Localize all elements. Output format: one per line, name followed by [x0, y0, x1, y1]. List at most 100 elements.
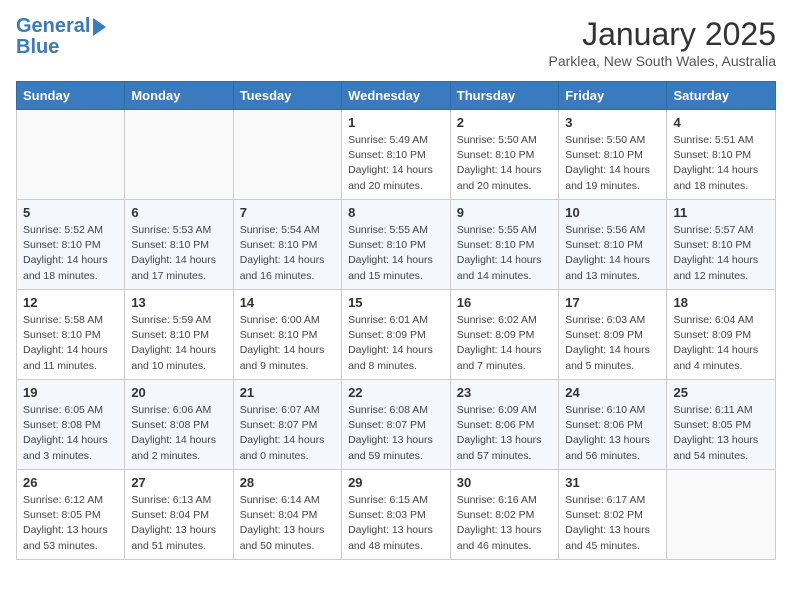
- day-number: 9: [457, 205, 552, 220]
- day-info: Sunrise: 5:56 AM Sunset: 8:10 PM Dayligh…: [565, 223, 660, 284]
- day-info: Sunrise: 5:52 AM Sunset: 8:10 PM Dayligh…: [23, 223, 118, 284]
- calendar-table: SundayMondayTuesdayWednesdayThursdayFrid…: [16, 81, 776, 560]
- calendar-cell: 24 Sunrise: 6:10 AM Sunset: 8:06 PM Dayli…: [559, 380, 667, 470]
- day-info: Sunrise: 6:02 AM Sunset: 8:09 PM Dayligh…: [457, 313, 552, 374]
- day-number: 12: [23, 295, 118, 310]
- day-info: Sunrise: 5:50 AM Sunset: 8:10 PM Dayligh…: [565, 133, 660, 194]
- calendar-cell: 3 Sunrise: 5:50 AM Sunset: 8:10 PM Daylig…: [559, 110, 667, 200]
- day-number: 7: [240, 205, 335, 220]
- day-info: Sunrise: 5:59 AM Sunset: 8:10 PM Dayligh…: [131, 313, 226, 374]
- day-info: Sunrise: 5:55 AM Sunset: 8:10 PM Dayligh…: [348, 223, 444, 284]
- logo: General Blue: [16, 16, 106, 57]
- calendar-cell: 20 Sunrise: 6:06 AM Sunset: 8:08 PM Dayli…: [125, 380, 233, 470]
- calendar-cell: [125, 110, 233, 200]
- calendar-cell: 2Sunrise: 5:50 AM Sunset: 8:10 PM Daylig…: [450, 110, 558, 200]
- calendar-cell: 15 Sunrise: 6:01 AM Sunset: 8:09 PM Dayli…: [342, 290, 451, 380]
- day-info: Sunrise: 5:58 AM Sunset: 8:10 PM Dayligh…: [23, 313, 118, 374]
- page-header: General Blue January 2025 Parklea, New S…: [16, 16, 776, 69]
- calendar-cell: 4 Sunrise: 5:51 AM Sunset: 8:10 PM Daylig…: [667, 110, 776, 200]
- day-info: Sunrise: 6:07 AM Sunset: 8:07 PM Dayligh…: [240, 403, 335, 464]
- calendar-cell: 9Sunrise: 5:55 AM Sunset: 8:10 PM Daylig…: [450, 200, 558, 290]
- day-number: 20: [131, 385, 226, 400]
- calendar-cell: 26Sunrise: 6:12 AM Sunset: 8:05 PM Dayli…: [17, 470, 125, 560]
- logo-arrow-icon: [93, 18, 106, 36]
- calendar-cell: 19 Sunrise: 6:05 AM Sunset: 8:08 PM Dayli…: [17, 380, 125, 470]
- day-info: Sunrise: 5:54 AM Sunset: 8:10 PM Dayligh…: [240, 223, 335, 284]
- calendar-weekday-header: Thursday: [450, 82, 558, 110]
- day-number: 1: [348, 115, 444, 130]
- calendar-body: 1Sunrise: 5:49 AM Sunset: 8:10 PM Daylig…: [17, 110, 776, 560]
- calendar-header-row: SundayMondayTuesdayWednesdayThursdayFrid…: [17, 82, 776, 110]
- calendar-cell: 21 Sunrise: 6:07 AM Sunset: 8:07 PM Dayli…: [233, 380, 341, 470]
- calendar-cell: 14 Sunrise: 6:00 AM Sunset: 8:10 PM Dayli…: [233, 290, 341, 380]
- day-number: 29: [348, 475, 444, 490]
- calendar-weekday-header: Friday: [559, 82, 667, 110]
- day-number: 4: [673, 115, 769, 130]
- calendar-cell: 28Sunrise: 6:14 AM Sunset: 8:04 PM Dayli…: [233, 470, 341, 560]
- day-info: Sunrise: 5:53 AM Sunset: 8:10 PM Dayligh…: [131, 223, 226, 284]
- day-number: 5: [23, 205, 118, 220]
- day-number: 8: [348, 205, 444, 220]
- calendar-cell: 23Sunrise: 6:09 AM Sunset: 8:06 PM Dayli…: [450, 380, 558, 470]
- calendar-week-row: 19 Sunrise: 6:05 AM Sunset: 8:08 PM Dayli…: [17, 380, 776, 470]
- calendar-cell: 11 Sunrise: 5:57 AM Sunset: 8:10 PM Dayli…: [667, 200, 776, 290]
- day-info: Sunrise: 6:14 AM Sunset: 8:04 PM Dayligh…: [240, 493, 335, 554]
- day-number: 23: [457, 385, 552, 400]
- calendar-cell: 30 Sunrise: 6:16 AM Sunset: 8:02 PM Dayli…: [450, 470, 558, 560]
- day-number: 17: [565, 295, 660, 310]
- day-info: Sunrise: 6:00 AM Sunset: 8:10 PM Dayligh…: [240, 313, 335, 374]
- calendar-cell: 16 Sunrise: 6:02 AM Sunset: 8:09 PM Dayli…: [450, 290, 558, 380]
- day-info: Sunrise: 6:13 AM Sunset: 8:04 PM Dayligh…: [131, 493, 226, 554]
- day-info: Sunrise: 6:17 AM Sunset: 8:02 PM Dayligh…: [565, 493, 660, 554]
- calendar-cell: 12 Sunrise: 5:58 AM Sunset: 8:10 PM Dayli…: [17, 290, 125, 380]
- calendar-cell: 6 Sunrise: 5:53 AM Sunset: 8:10 PM Daylig…: [125, 200, 233, 290]
- day-info: Sunrise: 6:11 AM Sunset: 8:05 PM Dayligh…: [673, 403, 769, 464]
- calendar-cell: 29Sunrise: 6:15 AM Sunset: 8:03 PM Dayli…: [342, 470, 451, 560]
- day-number: 21: [240, 385, 335, 400]
- day-number: 26: [23, 475, 118, 490]
- day-info: Sunrise: 5:51 AM Sunset: 8:10 PM Dayligh…: [673, 133, 769, 194]
- logo-text-blue: Blue: [16, 37, 106, 57]
- day-number: 25: [673, 385, 769, 400]
- day-info: Sunrise: 5:57 AM Sunset: 8:10 PM Dayligh…: [673, 223, 769, 284]
- day-info: Sunrise: 6:06 AM Sunset: 8:08 PM Dayligh…: [131, 403, 226, 464]
- calendar-weekday-header: Monday: [125, 82, 233, 110]
- day-number: 16: [457, 295, 552, 310]
- day-number: 3: [565, 115, 660, 130]
- day-number: 14: [240, 295, 335, 310]
- calendar-week-row: 1Sunrise: 5:49 AM Sunset: 8:10 PM Daylig…: [17, 110, 776, 200]
- calendar-cell: 5 Sunrise: 5:52 AM Sunset: 8:10 PM Daylig…: [17, 200, 125, 290]
- day-info: Sunrise: 5:50 AM Sunset: 8:10 PM Dayligh…: [457, 133, 552, 194]
- day-info: Sunrise: 6:01 AM Sunset: 8:09 PM Dayligh…: [348, 313, 444, 374]
- calendar-cell: 22Sunrise: 6:08 AM Sunset: 8:07 PM Dayli…: [342, 380, 451, 470]
- calendar-cell: 7 Sunrise: 5:54 AM Sunset: 8:10 PM Daylig…: [233, 200, 341, 290]
- calendar-cell: 17 Sunrise: 6:03 AM Sunset: 8:09 PM Dayli…: [559, 290, 667, 380]
- day-number: 18: [673, 295, 769, 310]
- calendar-cell: 10Sunrise: 5:56 AM Sunset: 8:10 PM Dayli…: [559, 200, 667, 290]
- day-info: Sunrise: 6:03 AM Sunset: 8:09 PM Dayligh…: [565, 313, 660, 374]
- calendar-cell: 27 Sunrise: 6:13 AM Sunset: 8:04 PM Dayli…: [125, 470, 233, 560]
- day-number: 6: [131, 205, 226, 220]
- calendar-cell: [667, 470, 776, 560]
- calendar-cell: [233, 110, 341, 200]
- day-number: 30: [457, 475, 552, 490]
- day-number: 22: [348, 385, 444, 400]
- day-info: Sunrise: 6:05 AM Sunset: 8:08 PM Dayligh…: [23, 403, 118, 464]
- calendar-weekday-header: Sunday: [17, 82, 125, 110]
- calendar-week-row: 26Sunrise: 6:12 AM Sunset: 8:05 PM Dayli…: [17, 470, 776, 560]
- day-number: 19: [23, 385, 118, 400]
- day-number: 15: [348, 295, 444, 310]
- location: Parklea, New South Wales, Australia: [549, 53, 776, 69]
- day-info: Sunrise: 6:10 AM Sunset: 8:06 PM Dayligh…: [565, 403, 660, 464]
- day-number: 11: [673, 205, 769, 220]
- calendar-week-row: 5 Sunrise: 5:52 AM Sunset: 8:10 PM Daylig…: [17, 200, 776, 290]
- calendar-weekday-header: Saturday: [667, 82, 776, 110]
- calendar-cell: 18Sunrise: 6:04 AM Sunset: 8:09 PM Dayli…: [667, 290, 776, 380]
- title-block: January 2025 Parklea, New South Wales, A…: [549, 16, 776, 69]
- calendar-cell: 1Sunrise: 5:49 AM Sunset: 8:10 PM Daylig…: [342, 110, 451, 200]
- calendar-cell: 25 Sunrise: 6:11 AM Sunset: 8:05 PM Dayli…: [667, 380, 776, 470]
- day-number: 27: [131, 475, 226, 490]
- day-info: Sunrise: 6:16 AM Sunset: 8:02 PM Dayligh…: [457, 493, 552, 554]
- calendar-cell: 8 Sunrise: 5:55 AM Sunset: 8:10 PM Daylig…: [342, 200, 451, 290]
- day-number: 24: [565, 385, 660, 400]
